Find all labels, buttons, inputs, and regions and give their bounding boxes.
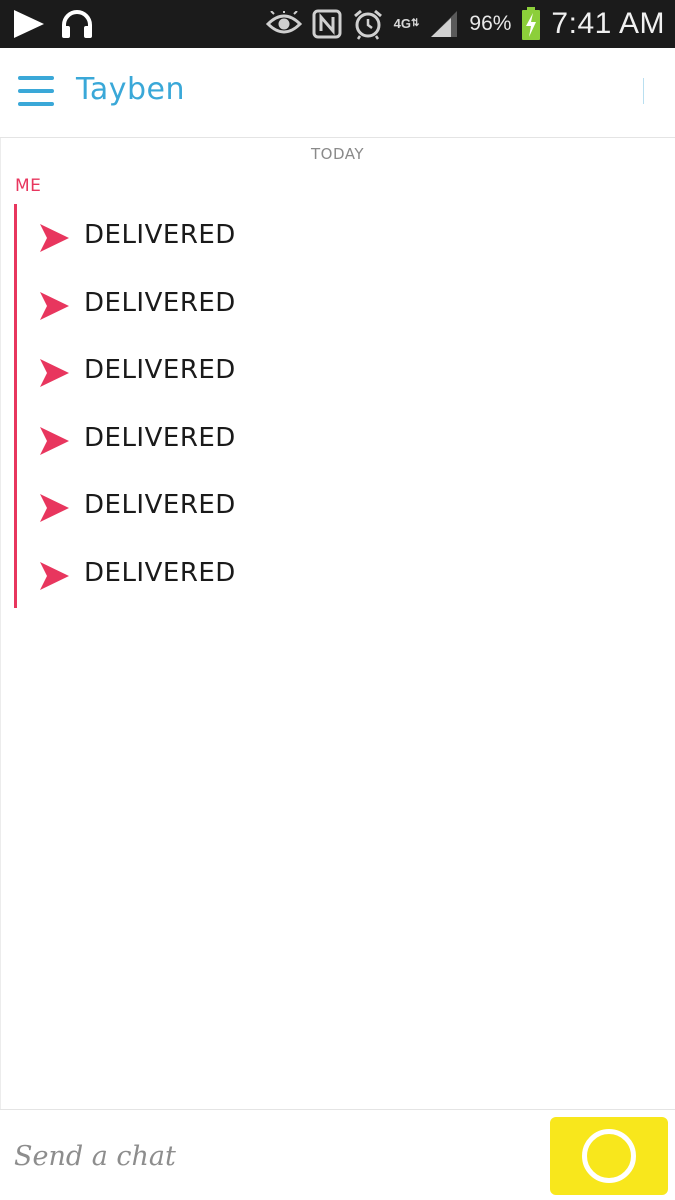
sent-arrow-icon <box>40 561 69 590</box>
camera-button[interactable] <box>550 1117 668 1195</box>
message-list: DELIVERED DELIVERED DELIVERED DELIVERED … <box>38 218 338 623</box>
signal-icon <box>429 10 459 38</box>
message-row[interactable]: DELIVERED <box>38 218 338 286</box>
sent-arrow-icon <box>40 359 69 387</box>
chat-header: Tayben <box>0 48 675 138</box>
eye-icon <box>265 11 302 37</box>
chat-input[interactable] <box>14 1132 534 1180</box>
message-row[interactable]: DELIVERED <box>38 286 338 354</box>
capture-circle-icon <box>582 1129 636 1183</box>
menu-icon[interactable] <box>18 76 56 110</box>
sent-arrow-icon <box>40 494 69 522</box>
thread-line <box>14 204 17 608</box>
message-status: DELIVERED <box>84 422 236 453</box>
data-transfer-icon: ⇅ <box>411 18 420 29</box>
message-row[interactable]: DELIVERED <box>38 488 338 556</box>
message-status: DELIVERED <box>84 355 236 385</box>
message-status: DELIVERED <box>84 490 236 520</box>
nfc-icon <box>312 9 342 39</box>
status-bar: 4G ⇅ 96% 7:41 AM <box>0 0 675 48</box>
date-label: TODAY <box>310 145 364 163</box>
alarm-icon <box>352 8 384 40</box>
clock: 7:41 AM <box>551 7 665 40</box>
header-divider <box>643 78 644 104</box>
message-status: DELIVERED <box>84 220 236 250</box>
battery-percent: 96% <box>469 12 512 35</box>
headphones-icon <box>60 9 94 39</box>
sent-arrow-icon <box>40 426 69 455</box>
message-status: DELIVERED <box>84 557 236 588</box>
sender-label: ME <box>15 176 42 196</box>
message-row[interactable]: DELIVERED <box>38 556 338 624</box>
network-type-indicator: 4G ⇅ <box>393 16 420 31</box>
battery-charging-icon <box>521 7 541 41</box>
message-row[interactable]: DELIVERED <box>38 421 338 489</box>
sent-arrow-icon <box>40 291 69 320</box>
sent-arrow-icon <box>40 224 69 252</box>
message-status: DELIVERED <box>84 287 236 318</box>
chat-input-bar <box>0 1109 675 1200</box>
play-icon <box>12 9 46 39</box>
chat-left-border <box>0 138 1 1110</box>
message-row[interactable]: DELIVERED <box>38 353 338 421</box>
contact-name[interactable]: Tayben <box>76 72 185 107</box>
